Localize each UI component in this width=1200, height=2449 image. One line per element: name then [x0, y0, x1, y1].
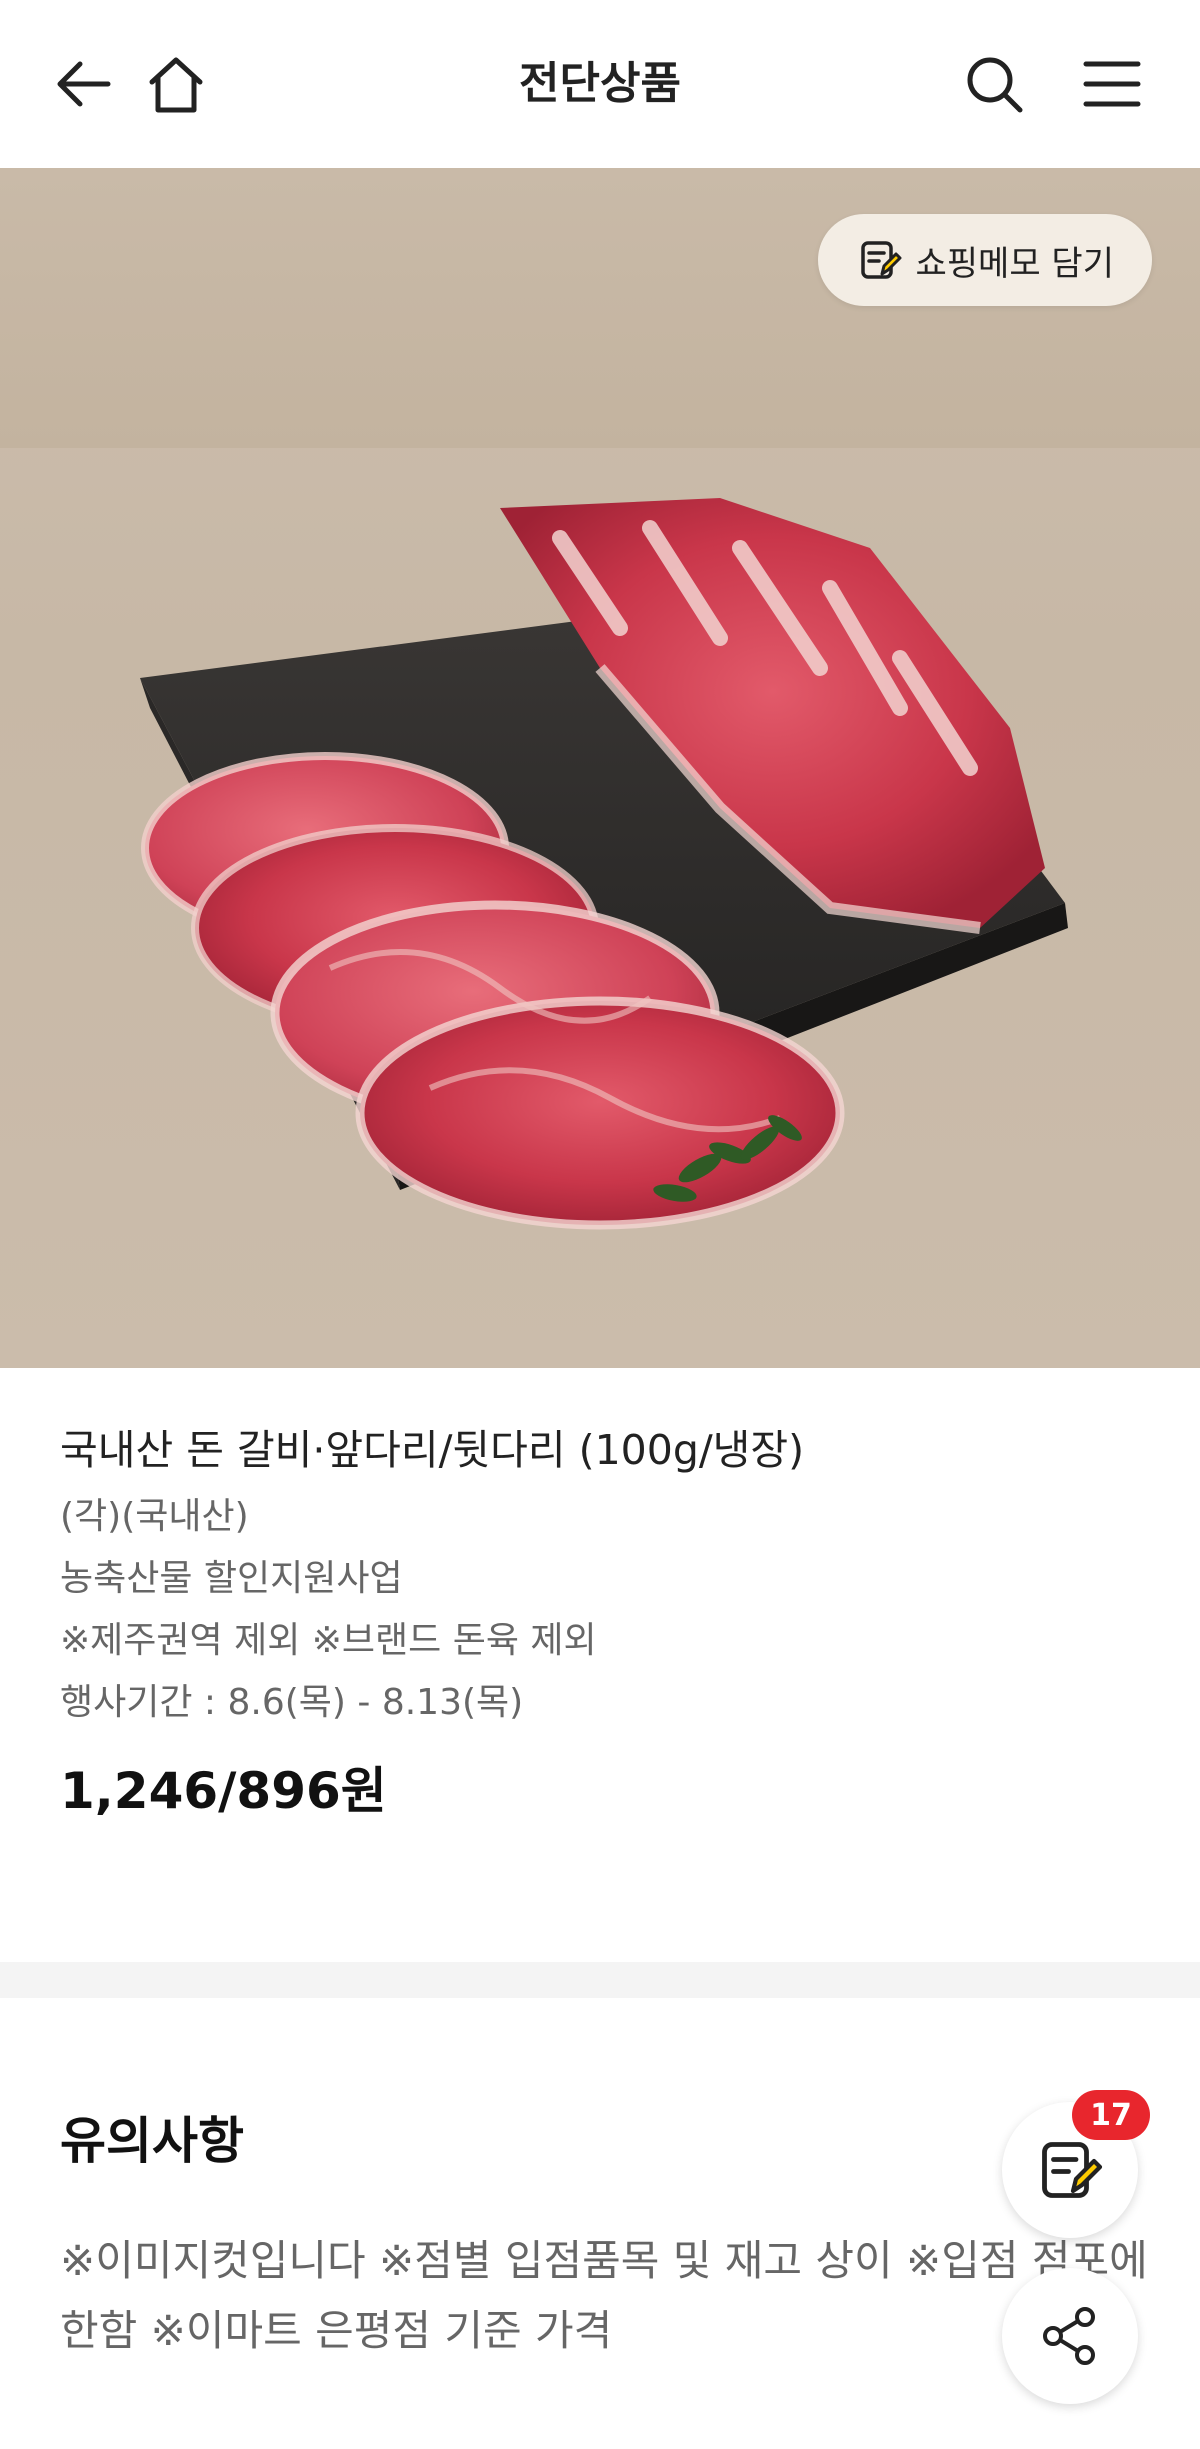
product-price: 1,246/896원 [60, 1762, 387, 1820]
memo-count-badge: 17 [1072, 2090, 1150, 2140]
notice-section: 유의사항 ※이미지컷입니다 ※점별 입점품목 및 재고 상이 ※입점 점포에 한… [60, 2106, 1160, 2366]
product-detail-line: (각)(국내산) [60, 1496, 249, 1537]
share-button[interactable] [1002, 2268, 1138, 2404]
product-detail-line: ※제주권역 제외 ※브랜드 돈육 제외 [60, 1620, 597, 1661]
add-shopping-memo-button[interactable]: 쇼핑메모 담기 [817, 214, 1152, 306]
product-info: 국내산 돈 갈비·앞다리/뒷다리 (100g/냉장) (각)(국내산) 농축산물… [60, 1420, 1140, 1826]
memo-button-label: 쇼핑메모 담기 [915, 243, 1115, 284]
menu-button[interactable] [1072, 44, 1152, 124]
product-details: (각)(국내산) 농축산물 할인지원사업 ※제주권역 제외 ※브랜드 돈육 제외… [60, 1486, 1140, 1734]
hamburger-menu-icon [1083, 61, 1141, 107]
notice-text: ※이미지컷입니다 ※점별 입점품목 및 재고 상이 ※입점 점포에 한함 ※이마… [60, 2236, 1148, 2355]
product-detail-line: 행사기간 : 8.6(목) - 8.13(목) [60, 1682, 524, 1723]
section-divider [0, 1962, 1200, 1998]
shopping-memo-fab[interactable]: 17 [1002, 2090, 1150, 2238]
product-detail-line: 농축산물 할인지원사업 [60, 1558, 403, 1599]
top-bar: 전단상품 [0, 0, 1200, 168]
memo-pencil-icon [1042, 2142, 1103, 2198]
product-name: 국내산 돈 갈비·앞다리/뒷다리 (100g/냉장) [60, 1426, 805, 1474]
product-image: 쇼핑메모 담기 [0, 168, 1200, 1368]
meat-illustration [140, 498, 1068, 1230]
search-button[interactable] [954, 44, 1034, 124]
memo-pencil-icon [860, 241, 901, 279]
share-icon [1043, 2307, 1095, 2365]
search-icon [967, 57, 1023, 113]
notice-title: 유의사항 [60, 2112, 244, 2170]
